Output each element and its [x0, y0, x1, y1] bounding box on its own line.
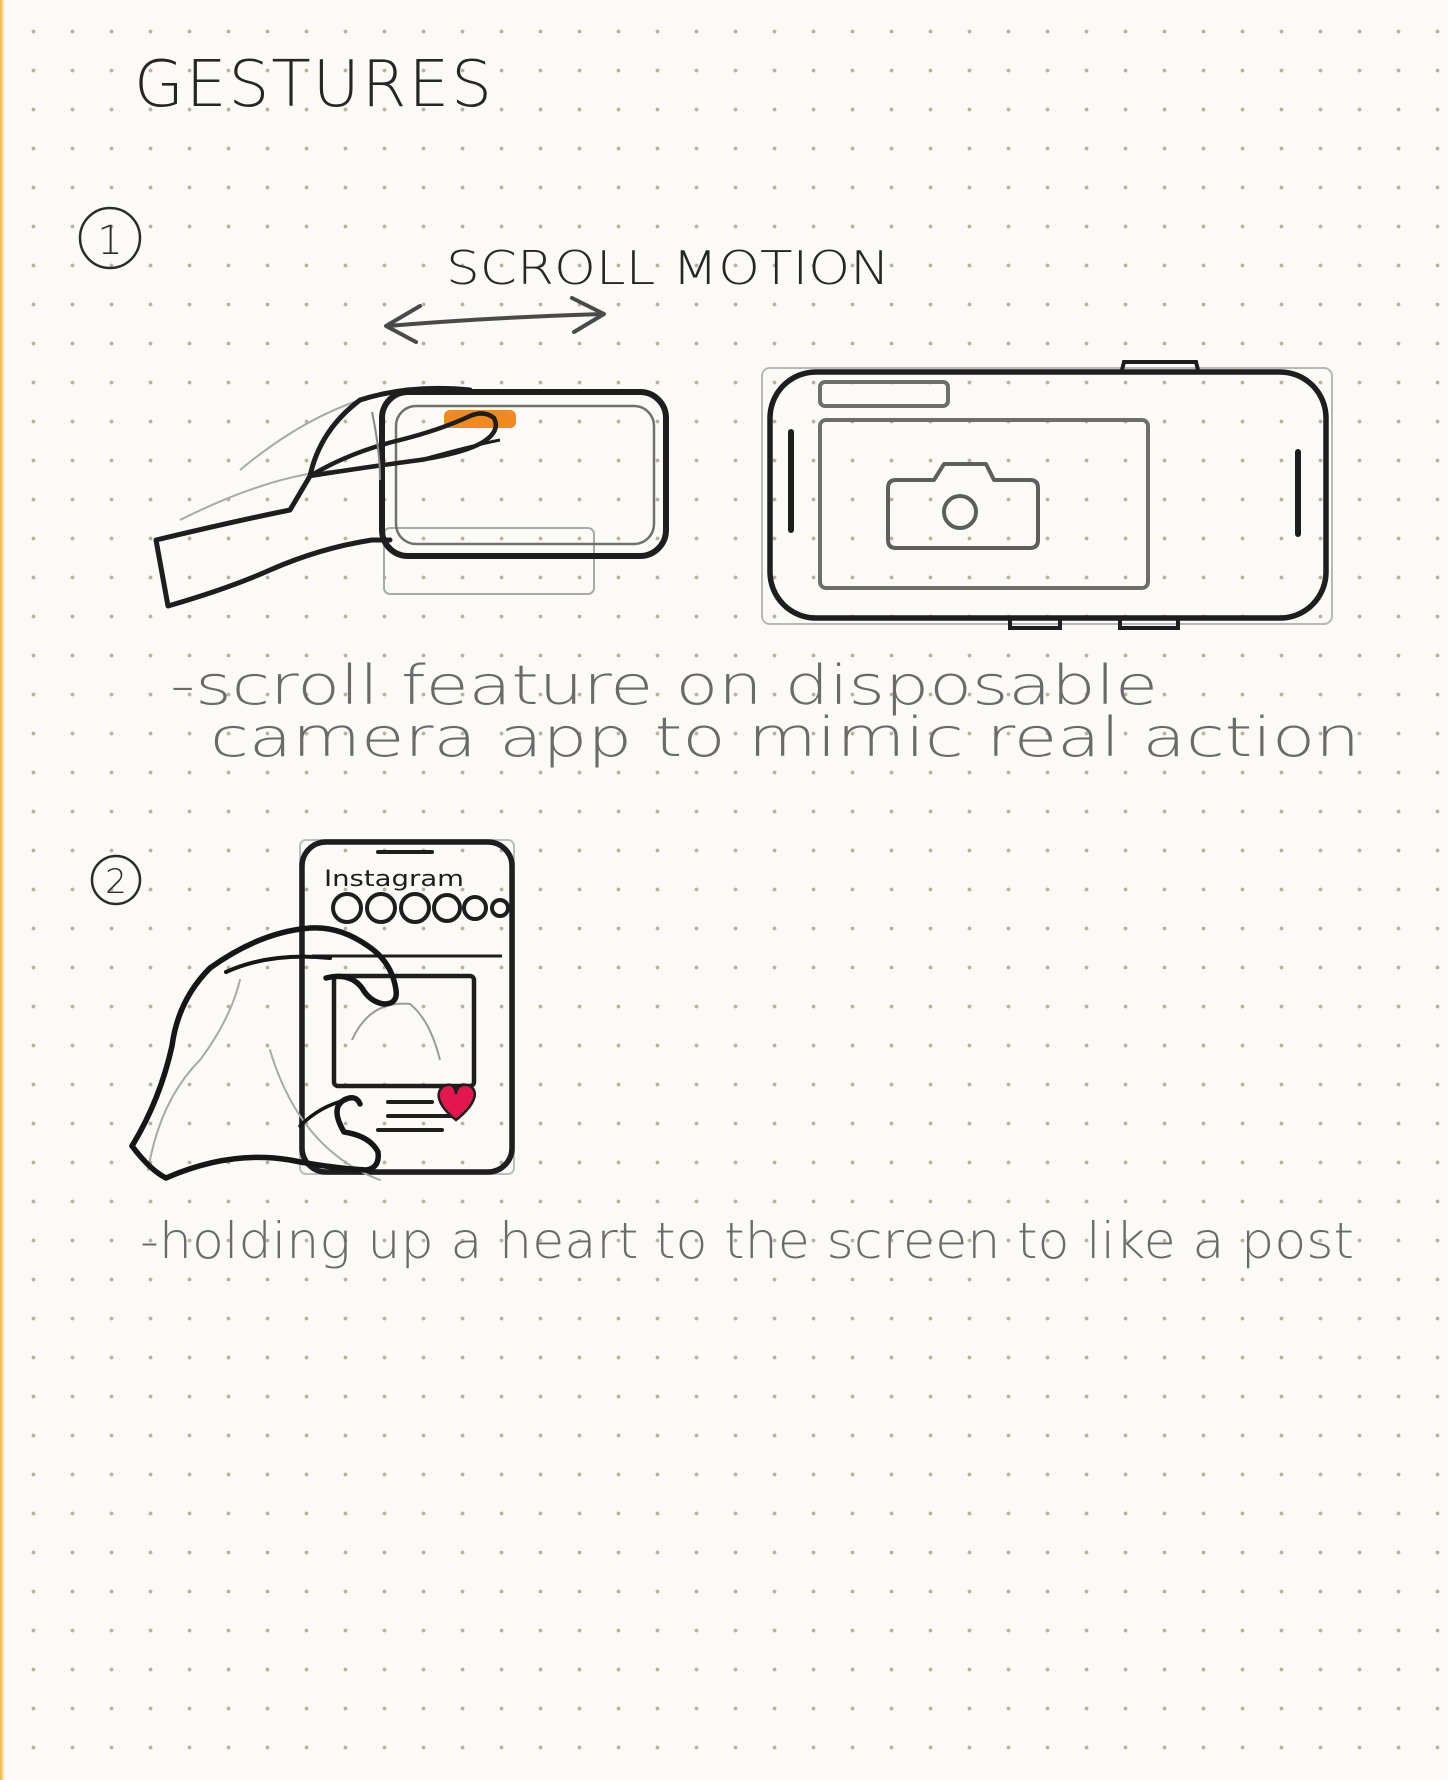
instagram-label: Instagram	[324, 867, 464, 892]
section-2-number: 2	[90, 854, 142, 906]
camera-icon	[886, 462, 1040, 550]
landscape-phone-outline	[767, 369, 1329, 621]
heart-hand-sketch	[129, 925, 399, 1181]
scroll-motion-heading: SCROLL MOTION	[446, 241, 890, 295]
section-1-caption-line-2: camera app to mimic real action	[210, 706, 1360, 769]
disposable-camera-phone-sketch	[761, 360, 1333, 630]
section-1-number-label: 1	[97, 218, 122, 264]
phone-outline	[379, 389, 669, 559]
page-title: GESTURES	[134, 48, 494, 122]
hand-holding-phone-sketch	[153, 385, 669, 609]
section-2-number-label: 2	[105, 862, 127, 902]
section-2-caption: -holding up a heart to the screen to lik…	[140, 1212, 1354, 1270]
stories-row	[331, 892, 510, 924]
section-1-number: 1	[78, 206, 142, 270]
double-arrow-icon	[384, 296, 606, 344]
sketch-canvas: GESTURES 1 SCROLL MOTION -scroll feature…	[78, 48, 1360, 1270]
instagram-phone-sketch: Instagram	[299, 839, 515, 1175]
post-image	[331, 973, 477, 1089]
